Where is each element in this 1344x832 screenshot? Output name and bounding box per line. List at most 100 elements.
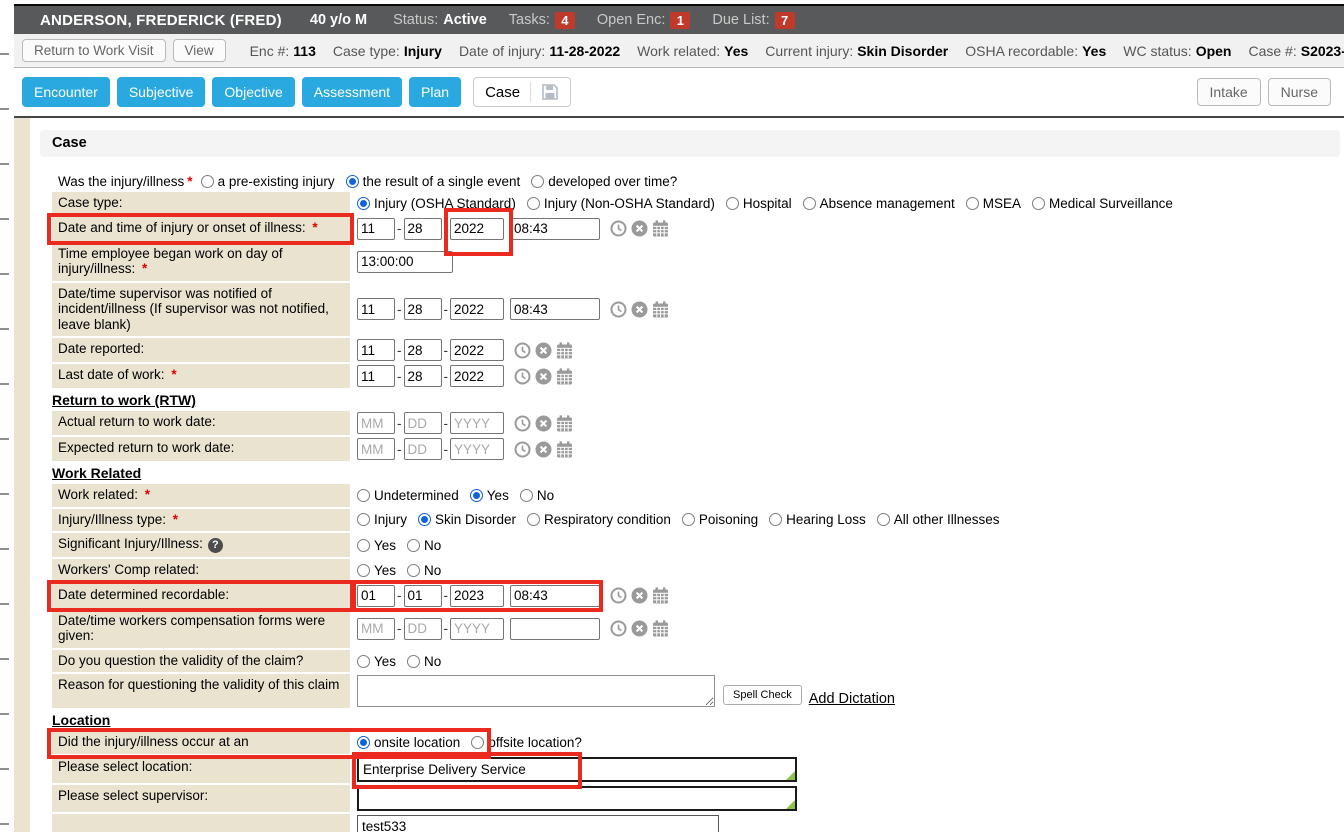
year-input[interactable] (450, 339, 504, 361)
radio-option-no[interactable]: No (407, 654, 441, 669)
radio-option-no[interactable]: No (520, 488, 554, 503)
calendar-icon[interactable] (556, 342, 573, 359)
radio-option-hearing-loss[interactable]: Hearing Loss (769, 512, 866, 527)
calendar-icon[interactable] (556, 441, 573, 458)
month-input[interactable] (357, 218, 395, 240)
clock-icon[interactable] (610, 220, 627, 237)
day-input[interactable] (404, 438, 442, 460)
radio-button[interactable] (1032, 197, 1045, 210)
month-input[interactable] (357, 339, 395, 361)
calendar-icon[interactable] (556, 415, 573, 432)
radio-button[interactable] (357, 564, 370, 577)
help-icon[interactable]: ? (208, 538, 223, 553)
radio-button[interactable] (877, 513, 890, 526)
combo-input[interactable] (357, 786, 797, 811)
radio-button[interactable] (201, 175, 214, 188)
add-dictation-link[interactable]: Add Dictation (809, 691, 895, 707)
save-disk-icon[interactable] (541, 83, 559, 101)
intake-button[interactable]: Intake (1197, 78, 1261, 106)
clock-icon[interactable] (514, 368, 531, 385)
radio-option-skin-disorder[interactable]: Skin Disorder (418, 512, 516, 527)
month-input[interactable] (357, 585, 395, 607)
year-input[interactable] (450, 365, 504, 387)
calendar-icon[interactable] (652, 620, 669, 637)
clear-icon[interactable] (535, 368, 552, 385)
tab-assessment[interactable]: Assessment (302, 77, 402, 107)
month-input[interactable] (357, 298, 395, 320)
day-input[interactable] (404, 218, 442, 240)
radio-button[interactable] (357, 539, 370, 552)
reason-textarea[interactable] (357, 675, 715, 707)
clear-icon[interactable] (631, 620, 648, 637)
clock-icon[interactable] (610, 587, 627, 604)
day-input[interactable] (404, 365, 442, 387)
radio-button[interactable] (520, 489, 533, 502)
radio-option-medical-surveillance[interactable]: Medical Surveillance (1032, 196, 1173, 211)
radio-option-respiratory-condition[interactable]: Respiratory condition (527, 512, 671, 527)
radio-button[interactable] (531, 175, 544, 188)
clock-icon[interactable] (514, 415, 531, 432)
partial-text-input[interactable] (357, 815, 719, 832)
time-input[interactable] (510, 585, 600, 607)
radio-option-injury-osha-standard[interactable]: Injury (OSHA Standard) (357, 196, 516, 211)
radio-option-injury[interactable]: Injury (357, 512, 407, 527)
radio-option-no[interactable]: No (407, 563, 441, 578)
day-input[interactable] (404, 585, 442, 607)
radio-button[interactable] (346, 175, 359, 188)
calendar-icon[interactable] (652, 301, 669, 318)
month-input[interactable] (357, 438, 395, 460)
year-input[interactable] (450, 218, 504, 240)
year-input[interactable] (450, 298, 504, 320)
radio-option-absence-management[interactable]: Absence management (803, 196, 955, 211)
tab-objective[interactable]: Objective (212, 77, 294, 107)
calendar-icon[interactable] (556, 368, 573, 385)
spell-check-button[interactable]: Spell Check (723, 685, 802, 705)
tasks-count-badge[interactable]: 4 (555, 12, 575, 29)
nurse-button[interactable]: Nurse (1268, 78, 1331, 106)
view-button[interactable]: View (173, 39, 226, 62)
time-input[interactable] (510, 298, 600, 320)
year-input[interactable] (450, 585, 504, 607)
radio-button[interactable] (966, 197, 979, 210)
clock-icon[interactable] (514, 441, 531, 458)
month-input[interactable] (357, 618, 395, 640)
radio-button[interactable] (357, 197, 370, 210)
calendar-icon[interactable] (652, 587, 669, 604)
radio-button[interactable] (527, 197, 540, 210)
clear-icon[interactable] (631, 301, 648, 318)
radio-button[interactable] (418, 513, 431, 526)
month-input[interactable] (357, 365, 395, 387)
radio-button[interactable] (803, 197, 816, 210)
clear-icon[interactable] (535, 415, 552, 432)
radio-option-yes[interactable]: Yes (357, 538, 396, 553)
radio-option-yes[interactable]: Yes (470, 488, 509, 503)
radio-option-offsite-location[interactable]: offsite location? (471, 735, 582, 750)
clear-icon[interactable] (535, 342, 552, 359)
radio-option-a-pre-existing-injury[interactable]: a pre-existing injury (201, 174, 335, 189)
radio-option-the-result-of-a-single-event[interactable]: the result of a single event (346, 174, 521, 189)
tab-subjective[interactable]: Subjective (117, 77, 206, 107)
radio-button[interactable] (769, 513, 782, 526)
clear-icon[interactable] (631, 587, 648, 604)
time-text-input[interactable] (357, 251, 453, 273)
radio-button[interactable] (682, 513, 695, 526)
time-input[interactable] (510, 618, 600, 640)
radio-button[interactable] (357, 655, 370, 668)
clock-icon[interactable] (610, 620, 627, 637)
year-input[interactable] (450, 438, 504, 460)
radio-option-undetermined[interactable]: Undetermined (357, 488, 459, 503)
day-input[interactable] (404, 339, 442, 361)
year-input[interactable] (450, 618, 504, 640)
radio-button[interactable] (407, 655, 420, 668)
clock-icon[interactable] (514, 342, 531, 359)
radio-button[interactable] (470, 489, 483, 502)
month-input[interactable] (357, 412, 395, 434)
clear-icon[interactable] (631, 220, 648, 237)
radio-option-onsite-location[interactable]: onsite location (357, 735, 460, 750)
time-input[interactable] (510, 218, 600, 240)
day-input[interactable] (404, 298, 442, 320)
radio-button[interactable] (471, 736, 484, 749)
open-enc-count-badge[interactable]: 1 (670, 12, 690, 29)
day-input[interactable] (404, 412, 442, 434)
year-input[interactable] (450, 412, 504, 434)
